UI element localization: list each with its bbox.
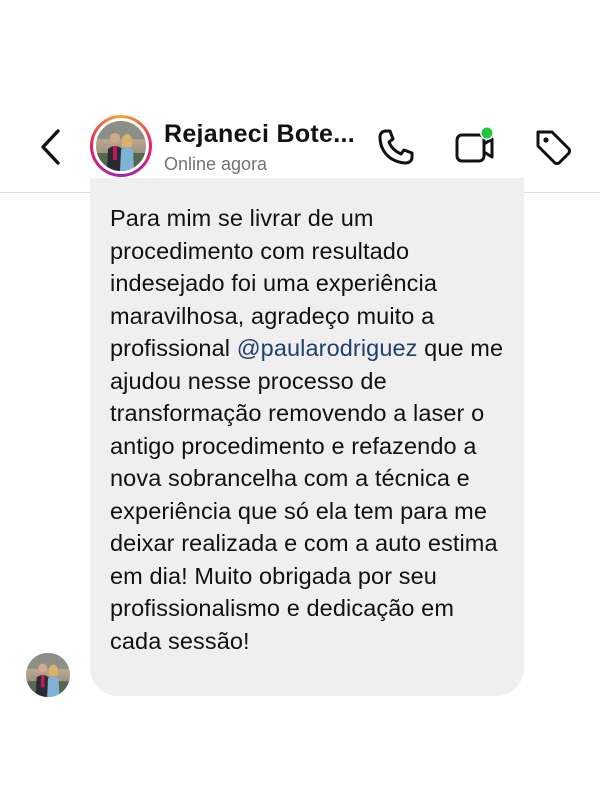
tag-icon [536,130,571,165]
message-text: Para mim se livrar de um procedimento co… [110,202,504,657]
call-button[interactable] [376,127,416,167]
mention-link[interactable]: @paularodriguez [237,335,418,361]
avatar-photo [96,121,146,171]
sender-avatar[interactable] [26,653,70,697]
phone-icon [378,129,414,165]
video-camera-icon [455,126,494,163]
video-call-button[interactable] [452,124,500,168]
message-text-after: que me ajudou nesse processo de transfor… [110,335,504,654]
dm-screen: Rejaneci Bote... Online agora Para mim s… [0,0,600,800]
online-indicator [481,127,493,139]
contact-name[interactable]: Rejaneci Bote... [164,120,355,149]
presence-status: Online agora [164,154,268,174]
message-bubble[interactable]: Para mim se livrar de um procedimento co… [90,178,524,696]
tag-button[interactable] [532,126,574,168]
chat-header: Rejaneci Bote... Online agora [0,0,600,193]
chevron-left-icon [41,129,60,165]
back-button[interactable] [34,126,68,168]
contact-avatar[interactable] [90,115,152,177]
